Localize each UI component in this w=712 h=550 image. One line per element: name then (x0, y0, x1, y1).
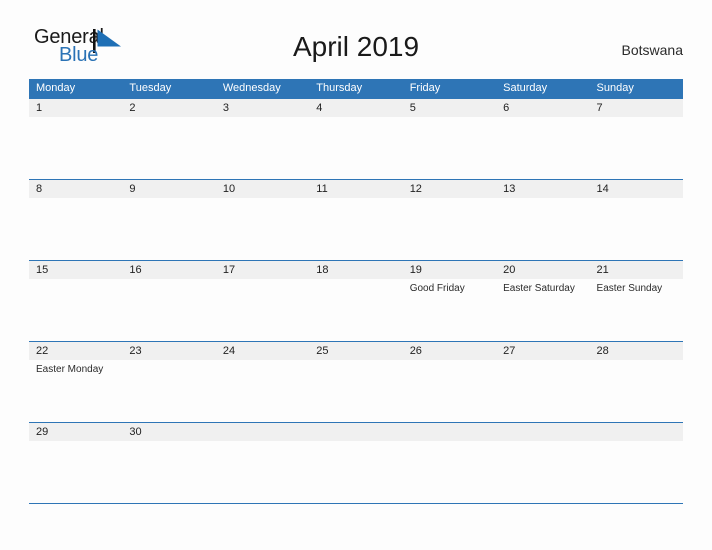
day-number: 18 (316, 264, 329, 276)
day-event-label: Easter Saturday (503, 283, 575, 294)
dow-thursday: Thursday (316, 82, 363, 94)
day-number: 11 (316, 183, 328, 195)
day-cell[interactable]: 17 (216, 261, 309, 341)
day-number: 13 (503, 183, 516, 195)
calendar-week-row: 15 16 17 18 19 Good Friday 20 Easter Sat… (29, 260, 683, 341)
dow-sunday: Sunday (596, 82, 634, 94)
day-number: 6 (503, 102, 510, 114)
day-cell[interactable]: 5 (403, 99, 496, 179)
day-cell[interactable]: 25 (309, 342, 402, 422)
day-number: 19 (409, 264, 422, 276)
day-cell[interactable]: 18 (309, 261, 402, 341)
day-cell[interactable]: 26 (403, 342, 496, 422)
day-cell-empty (403, 423, 496, 503)
day-cell[interactable]: 27 (496, 342, 589, 422)
day-event-label: Easter Sunday (596, 283, 663, 294)
day-cell[interactable]: 2 (122, 99, 215, 179)
day-number: 29 (36, 426, 49, 438)
day-cell[interactable]: 28 (590, 342, 683, 422)
day-cell[interactable]: 23 (122, 342, 215, 422)
day-cell[interactable]: 1 (29, 99, 122, 179)
day-number: 5 (409, 102, 416, 114)
grid-bottom-rule (29, 503, 683, 504)
day-number: 20 (503, 264, 516, 276)
day-number: 12 (409, 183, 422, 195)
day-number: 15 (36, 264, 49, 276)
day-cell[interactable]: 3 (216, 99, 309, 179)
day-cell[interactable]: 10 (216, 180, 309, 260)
day-number: 28 (596, 345, 609, 357)
day-cell[interactable]: 4 (309, 99, 402, 179)
dow-saturday: Saturday (503, 82, 548, 94)
day-number: 30 (129, 426, 142, 438)
page-title: April 2019 (292, 31, 420, 62)
calendar-week-row: 1 2 3 4 5 6 7 (29, 98, 683, 179)
day-number: 2 (129, 102, 136, 114)
country-label: Botswana (621, 42, 683, 58)
day-number: 24 (222, 345, 236, 357)
day-number: 16 (129, 264, 142, 276)
day-cell[interactable]: 9 (122, 180, 215, 260)
day-number: 9 (129, 183, 136, 195)
calendar-grid: Monday Tuesday Wednesday Thursday Friday… (29, 79, 683, 504)
day-number: 10 (222, 183, 236, 195)
day-number: 8 (36, 183, 43, 195)
calendar-week-row: 22 Easter Monday 23 24 25 26 27 28 (29, 341, 683, 422)
day-cell[interactable]: 12 (403, 180, 496, 260)
day-cell[interactable]: 29 (29, 423, 122, 503)
day-cell-empty (309, 423, 402, 503)
day-number: 23 (129, 345, 142, 357)
day-cell[interactable]: 6 (496, 99, 589, 179)
day-cell[interactable]: 30 (122, 423, 215, 503)
day-number: 4 (316, 102, 323, 114)
day-number: 26 (409, 345, 422, 357)
day-cell-empty (590, 423, 683, 503)
day-cell[interactable]: 21 Easter Sunday (590, 261, 683, 341)
day-cell[interactable]: 13 (496, 180, 589, 260)
day-number: 27 (503, 345, 516, 357)
dow-tuesday: Tuesday (129, 82, 172, 94)
day-of-week-header-row: Monday Tuesday Wednesday Thursday Friday… (29, 79, 683, 98)
calendar-week-row: 8 9 10 11 12 13 14 (29, 179, 683, 260)
day-number: 7 (596, 102, 603, 114)
day-number: 1 (36, 102, 43, 114)
dow-wednesday: Wednesday (222, 82, 281, 94)
dow-monday: Monday (36, 82, 76, 94)
day-number: 22 (36, 345, 49, 357)
day-number: 17 (222, 264, 236, 276)
day-cell[interactable]: 8 (29, 180, 122, 260)
day-number: 3 (222, 102, 229, 114)
day-event-label: Easter Monday (36, 364, 104, 375)
day-number: 14 (596, 183, 609, 195)
calendar-page: General Blue April 2019 Botswana Monday … (0, 0, 712, 550)
page-header: General Blue April 2019 Botswana (29, 24, 683, 72)
day-event-label: Good Friday (409, 283, 465, 294)
day-cell[interactable]: 24 (216, 342, 309, 422)
day-number: 25 (316, 345, 329, 357)
day-cell[interactable]: 19 Good Friday (403, 261, 496, 341)
day-cell[interactable]: 22 Easter Monday (29, 342, 122, 422)
day-cell-empty (216, 423, 309, 503)
day-cell[interactable]: 20 Easter Saturday (496, 261, 589, 341)
day-cell[interactable]: 14 (590, 180, 683, 260)
day-cell[interactable]: 11 (309, 180, 402, 260)
day-cell-empty (496, 423, 589, 503)
day-cell[interactable]: 16 (122, 261, 215, 341)
day-number: 21 (596, 264, 609, 276)
day-cell[interactable]: 7 (590, 99, 683, 179)
dow-friday: Friday (409, 82, 441, 94)
day-cell[interactable]: 15 (29, 261, 122, 341)
calendar-week-row: 29 30 (29, 422, 683, 503)
